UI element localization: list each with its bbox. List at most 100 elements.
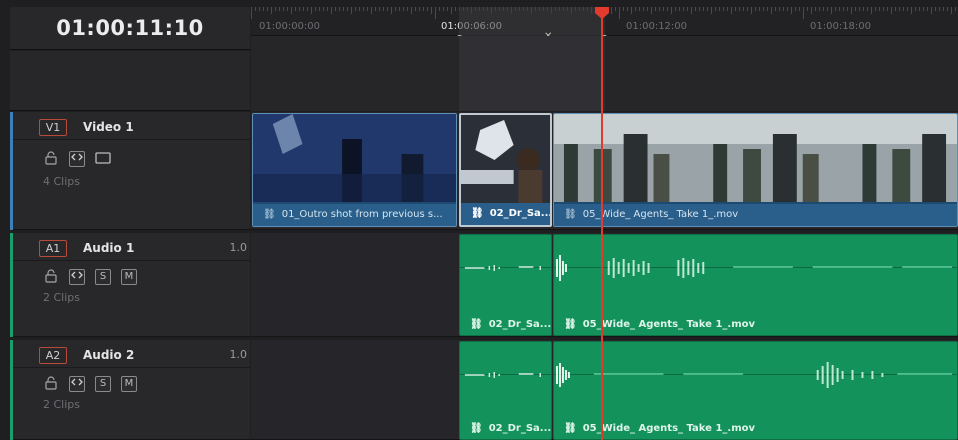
clips-count-a2: 2 Clips — [43, 398, 81, 411]
ruler-tick — [715, 7, 716, 11]
audio-clip[interactable]: ⛓ 05_Wide_ Agents_ Take 1_.mov — [553, 234, 958, 336]
ruler-tick — [851, 7, 852, 14]
clip-label: ⛓ 05_Wide_ Agents_ Take 1_.mov — [554, 419, 957, 439]
ruler-tick — [295, 7, 296, 11]
in-out-range[interactable] — [459, 7, 605, 36]
audio-clip[interactable]: ⛓ 02_Dr_Sa... — [459, 341, 552, 440]
ruler-tick — [727, 7, 728, 11]
ruler-tick — [655, 7, 656, 11]
clips-count-v1: 4 Clips — [43, 175, 81, 188]
audio-clip[interactable]: ⛓ 05_Wide_ Agents_ Take 1_.mov — [553, 341, 958, 440]
ruler-tick — [731, 7, 732, 14]
audio-clip[interactable]: ⛓ 02_Dr_Sa... — [459, 234, 552, 336]
auto-select-icon[interactable] — [69, 269, 85, 285]
video-clip[interactable]: ⛓ 01_Outro shot from previous s... — [252, 113, 457, 227]
ruler-tick — [871, 7, 872, 14]
ruler-tick — [863, 7, 864, 11]
track-level-a1: 1.0 — [229, 241, 248, 254]
ruler-tick — [775, 7, 776, 11]
monitor-icon[interactable] — [95, 151, 111, 167]
video-clip-selected[interactable]: ⛓ 02_Dr_Sa... — [459, 113, 552, 227]
track-header-a2[interactable]: A2 Audio 2 1.0 S M 2 Clips — [13, 340, 253, 440]
ruler-tick — [343, 7, 344, 11]
ruler-tick — [707, 7, 708, 11]
lock-icon[interactable] — [43, 269, 59, 285]
ruler-tick — [827, 7, 828, 11]
lock-icon[interactable] — [43, 151, 59, 167]
ruler-tick — [419, 7, 420, 11]
audio-waveform — [460, 265, 551, 271]
clip-name: 05_Wide_ Agents_ Take 1_.mov — [582, 319, 756, 330]
ruler-tick — [803, 7, 804, 19]
solo-button[interactable]: S — [95, 376, 111, 392]
track-name-v1[interactable]: Video 1 — [83, 120, 134, 134]
mute-button[interactable]: M — [121, 269, 137, 285]
ruler-tick — [675, 7, 676, 11]
ruler-tick — [627, 7, 628, 11]
ruler-tick — [639, 7, 640, 11]
ruler-tick — [867, 7, 868, 11]
playhead-line[interactable] — [601, 16, 603, 440]
ruler-tick — [255, 7, 256, 11]
ruler-tick — [663, 7, 664, 11]
ruler-tick — [403, 7, 404, 11]
track-controls-a2: S M — [43, 375, 137, 393]
ruler-tick — [383, 7, 384, 11]
ruler-tick — [683, 7, 684, 11]
ruler-tick — [891, 7, 892, 14]
track-header-v1[interactable]: V1 Video 1 4 Clips — [13, 112, 253, 230]
clip-name: 02_Dr_Sa... — [489, 208, 550, 219]
current-timecode: 01:00:11:10 — [56, 16, 204, 40]
ruler-tick — [887, 7, 888, 11]
ruler-label: 01:00:12:00 — [626, 21, 688, 32]
clips-count-a1: 2 Clips — [43, 291, 81, 304]
ruler-tick — [319, 7, 320, 11]
ruler-tick — [635, 7, 636, 11]
ruler-tick — [323, 7, 324, 11]
ruler-tick — [951, 7, 952, 14]
ruler-tick — [787, 7, 788, 11]
ruler-tick — [759, 7, 760, 11]
timecode-display[interactable]: 01:00:11:10 — [10, 7, 250, 50]
solo-button[interactable]: S — [95, 269, 111, 285]
ruler-tick — [939, 7, 940, 11]
ruler-tick — [271, 7, 272, 14]
header-spacer — [10, 51, 250, 111]
ruler-tick — [719, 7, 720, 11]
ruler-tick — [283, 7, 284, 11]
ruler-tick — [451, 7, 452, 14]
track-name-a2[interactable]: Audio 2 — [83, 348, 134, 362]
ruler-tick — [859, 7, 860, 11]
ruler-tick — [371, 7, 372, 14]
link-icon: ⛓ — [564, 209, 577, 220]
track-name-a1[interactable]: Audio 1 — [83, 241, 134, 255]
video-clip[interactable]: ⛓ 05_Wide_ Agents_ Take 1_.mov — [553, 113, 958, 227]
ruler-tick — [931, 7, 932, 14]
ruler-tick — [367, 7, 368, 11]
ruler-tick — [791, 7, 792, 14]
track-badge-v1[interactable]: V1 — [39, 119, 67, 136]
clip-name: 05_Wide_ Agents_ Take 1_.mov — [582, 209, 739, 220]
ruler-tick — [415, 7, 416, 11]
ruler-tick — [811, 7, 812, 14]
timeline-panel: 01:00:11:10 01:00:00:00 01:00:06:00 01:0… — [0, 0, 958, 440]
ruler-tick — [747, 7, 748, 11]
track-badge-a2[interactable]: A2 — [39, 347, 67, 364]
auto-select-icon[interactable] — [69, 376, 85, 392]
lock-icon[interactable] — [43, 376, 59, 392]
mute-button[interactable]: M — [121, 376, 137, 392]
playhead-handle-icon[interactable] — [594, 7, 610, 19]
link-icon: ⛓ — [564, 319, 577, 330]
ruler-tick — [771, 7, 772, 14]
track-badge-a1[interactable]: A1 — [39, 240, 67, 257]
ruler-tick — [879, 7, 880, 11]
ruler-tick — [779, 7, 780, 11]
ruler-label: 01:00:00:00 — [259, 21, 321, 32]
ruler-tick — [903, 7, 904, 11]
link-icon: ⛓ — [470, 423, 483, 434]
ruler-tick — [735, 7, 736, 11]
ruler-tick — [435, 7, 436, 19]
auto-select-icon[interactable] — [69, 151, 85, 167]
track-header-a1[interactable]: A1 Audio 1 1.0 S M 2 Clips — [13, 233, 253, 337]
ruler-tick — [335, 7, 336, 11]
